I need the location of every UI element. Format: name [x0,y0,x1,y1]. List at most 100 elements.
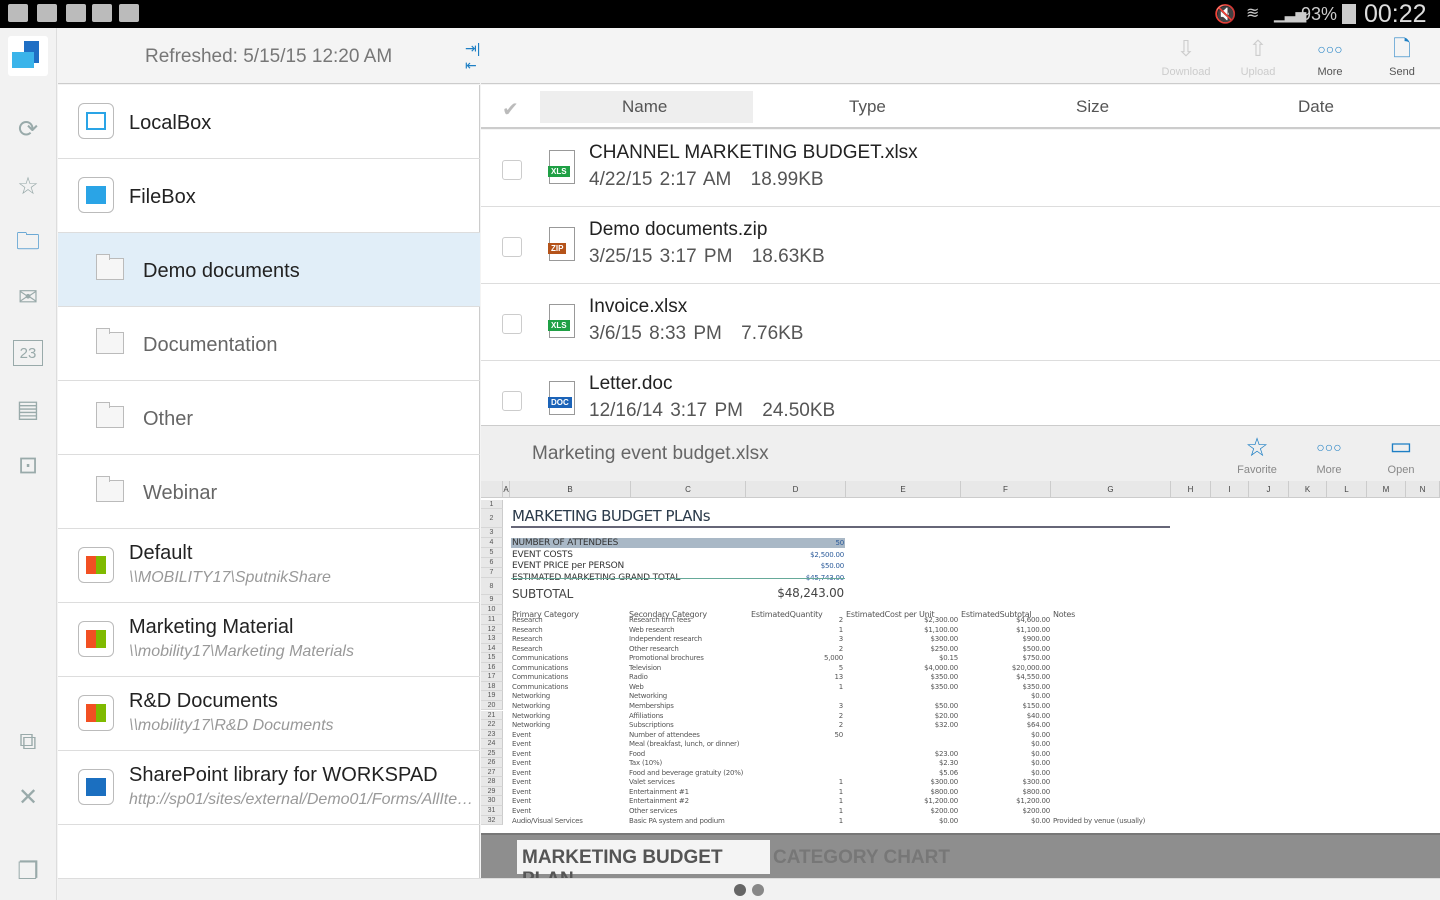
column-header[interactable]: H [1171,481,1211,498]
column-header[interactable]: B [510,481,631,498]
row-header[interactable]: 18 [481,681,503,692]
sheet-tab-marketing-budget-plan[interactable]: MARKETING BUDGET PLAN [517,840,770,890]
row-header[interactable]: 17 [481,672,503,682]
source-item[interactable]: Marketing Material \\mobility17\Marketing… [58,603,480,677]
row-header[interactable]: 12 [481,624,503,635]
row-header[interactable]: 10 [481,605,503,615]
row-header[interactable]: 24 [481,739,503,749]
page-dot-2[interactable] [752,884,764,896]
row-header[interactable]: 19 [481,691,503,701]
source-item[interactable]: Documentation [58,307,480,381]
column-header[interactable]: C [631,481,746,498]
row-header[interactable]: 32 [481,815,503,826]
source-item[interactable]: R&D Documents \\mobility17\R&D Documents [58,677,480,751]
source-item[interactable]: Default \\MOBILITY17\SputnikShare [58,529,480,603]
row-header[interactable]: 22 [481,720,503,730]
column-header[interactable]: A [503,481,510,498]
sheet-title: MARKETING BUDGET PLANs [512,507,711,525]
file-row[interactable]: ZIP Demo documents.zip 3/25/15 3:17 PM 18.… [481,207,1440,284]
row-header[interactable]: 26 [481,758,503,768]
cell: Basic PA system and podium [629,816,725,825]
row-header[interactable]: 2 [481,509,503,528]
column-header[interactable]: J [1249,481,1289,498]
source-item[interactable]: Demo documents [58,233,480,307]
windows-icon[interactable]: ❐ [13,858,43,886]
devices-icon[interactable]: ⧉ [13,728,43,756]
mail-icon[interactable]: ✉ [13,284,43,312]
row-header[interactable]: 1 [481,500,503,509]
source-item[interactable]: SharePoint library for WORKSPAD http://sp… [58,751,480,825]
row-header[interactable]: 27 [481,767,503,778]
row-header[interactable]: 20 [481,700,503,711]
source-item[interactable]: Webinar [58,455,480,529]
presentation-icon[interactable]: ⊡ [13,452,43,480]
row-header[interactable]: 7 [481,568,503,578]
row-header[interactable]: 21 [481,710,503,721]
download-button[interactable]: ⇩ Download [1151,28,1221,84]
row-header[interactable]: 31 [481,806,503,816]
row-header[interactable]: 14 [481,643,503,654]
cell: Television [629,663,662,672]
file-checkbox[interactable] [502,160,522,180]
cell: $20.00 [934,711,958,720]
sync-icon[interactable]: ⟳ [13,116,43,144]
file-row[interactable]: XLS Invoice.xlsx 3/6/15 8:33 PM 7.76KB [481,284,1440,361]
file-checkbox[interactable] [502,314,522,334]
app-logo-icon[interactable] [8,36,48,76]
column-type[interactable]: Type [849,97,886,117]
cell: Networking [512,692,551,701]
favorite-button[interactable]: ☆ Favorite [1222,426,1292,482]
row-header[interactable]: 5 [481,548,503,558]
folder-icon[interactable]: 🗀 [13,228,43,256]
row-header[interactable]: 28 [481,777,503,787]
preview-more-button[interactable]: ○○○ More [1294,426,1364,482]
column-header[interactable]: M [1367,481,1406,498]
row-header[interactable]: 6 [481,558,503,568]
file-checkbox[interactable] [502,237,522,257]
row-header[interactable]: 11 [481,615,503,625]
cell: $0.00 [1030,768,1050,777]
send-button[interactable]: 🗋 Send [1367,28,1437,84]
file-row[interactable]: XLS CHANNEL MARKETING BUDGET.xlsx 4/22/15 … [481,130,1440,207]
row-header[interactable]: 30 [481,796,503,806]
more-button[interactable]: ○○○ More [1295,28,1365,84]
source-item[interactable]: FileBox [58,159,480,233]
column-size[interactable]: Size [1076,97,1109,117]
spreadsheet-preview[interactable]: A B C D E F G H I J K L M N 1 2 3 4 5 6 7 8 9 10 11 12 13 14 15 16 17 1… [481,481,1440,833]
row-header[interactable]: 15 [481,653,503,663]
column-header[interactable]: G [1051,481,1171,498]
row-header[interactable]: 9 [481,595,503,605]
column-header[interactable]: F [961,481,1051,498]
upload-button[interactable]: ⇧ Upload [1223,28,1293,84]
row-header[interactable]: 29 [481,786,503,797]
source-item[interactable]: LocalBox [58,85,480,159]
star-icon[interactable]: ☆ [13,173,43,201]
cell: $350.00 [930,673,958,682]
select-all-checkbox[interactable]: ✔ [502,97,526,121]
page-dot-1[interactable] [734,884,746,896]
column-header[interactable]: D [746,481,846,498]
column-header[interactable]: N [1406,481,1440,498]
column-date[interactable]: Date [1298,97,1334,117]
tools-icon[interactable]: ✕ [13,784,43,812]
open-button[interactable]: ▭ Open [1366,426,1436,482]
column-header[interactable]: I [1211,481,1249,498]
sheet-tab-category-chart[interactable]: CATEGORY CHART [773,847,950,869]
row-header[interactable]: 16 [481,662,503,673]
warning-icon [37,4,57,22]
row-header[interactable]: 25 [481,748,503,759]
row-header[interactable]: 23 [481,729,503,740]
file-checkbox[interactable] [502,391,522,411]
column-header[interactable]: E [846,481,961,498]
calendar-icon[interactable]: 23 [13,340,43,366]
column-header[interactable]: K [1289,481,1327,498]
column-name[interactable]: Name [622,97,667,117]
row-header[interactable]: 3 [481,528,503,538]
contacts-icon[interactable]: ▤ [13,396,43,424]
source-item[interactable]: Other [58,381,480,455]
column-header[interactable]: L [1327,481,1367,498]
row-header[interactable]: 13 [481,634,503,644]
split-resize-icon[interactable]: ⇥|⇤ [465,40,480,74]
row-header[interactable]: 4 [481,538,503,548]
row-header[interactable]: 8 [481,578,503,595]
